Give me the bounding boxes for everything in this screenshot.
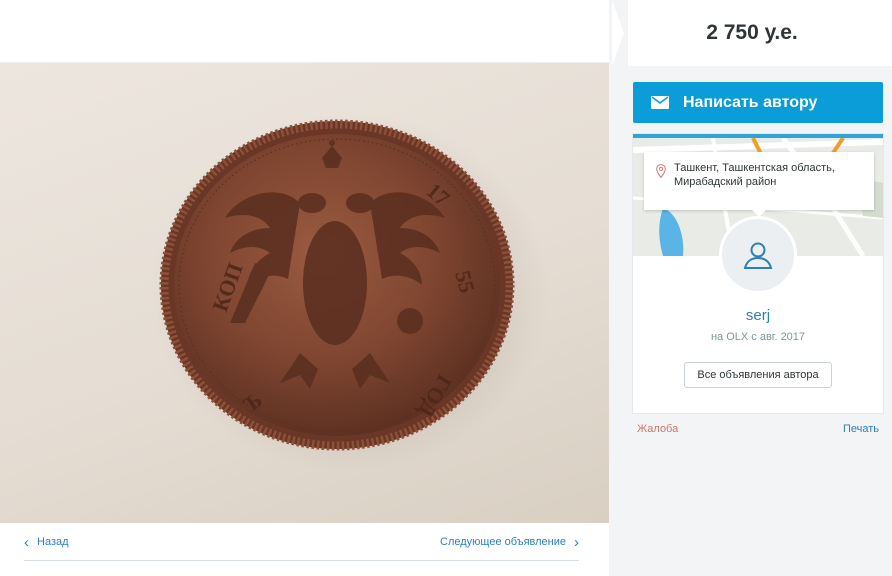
previous-link[interactable]: ‹ Назад: [24, 533, 69, 551]
next-listing-link[interactable]: Следующее объявление ›: [440, 533, 579, 551]
write-to-author-label: Написать автору: [683, 93, 818, 111]
listing-main-column: КОП Ъ 17 55 ГОД ‹ Назад Следующее объявл…: [0, 0, 609, 576]
envelope-icon: [651, 96, 669, 109]
author-since: на OLX с авг. 2017: [710, 331, 806, 343]
author-card: Ташкент, Ташкентская область, Мирабадски…: [632, 133, 884, 414]
print-link[interactable]: Печать: [843, 423, 879, 435]
chevron-left-icon: ‹: [24, 533, 29, 551]
chevron-right-icon: ›: [574, 533, 579, 551]
previous-label: Назад: [37, 536, 69, 548]
location-text: Ташкент, Ташкентская область, Мирабадски…: [673, 162, 835, 188]
user-icon: [743, 242, 773, 269]
price: 2 750 у.е.: [706, 21, 798, 44]
next-label: Следующее объявление: [440, 536, 566, 548]
listing-photo[interactable]: КОП Ъ 17 55 ГОД: [0, 63, 609, 523]
complaint-link[interactable]: Жалоба: [637, 423, 678, 435]
map-pin-icon: [656, 164, 666, 179]
gallery-top-strip: [0, 0, 609, 63]
avatar: [719, 216, 797, 294]
listing-sidebar: 2 750 у.е. Написать автору Ташкент, Ташк…: [609, 0, 892, 576]
write-to-author-button[interactable]: Написать автору: [633, 82, 883, 123]
location-popup: Ташкент, Ташкентская область, Мирабадски…: [644, 152, 874, 217]
divider: [24, 560, 579, 561]
all-author-ads-button[interactable]: Все объявления автора: [684, 362, 832, 388]
coin-image: КОП Ъ 17 55 ГОД: [150, 113, 550, 473]
author-name[interactable]: serj: [633, 307, 883, 324]
price-box: 2 750 у.е.: [612, 0, 892, 66]
gallery-navigation: ‹ Назад Следующее объявление ›: [0, 523, 609, 576]
